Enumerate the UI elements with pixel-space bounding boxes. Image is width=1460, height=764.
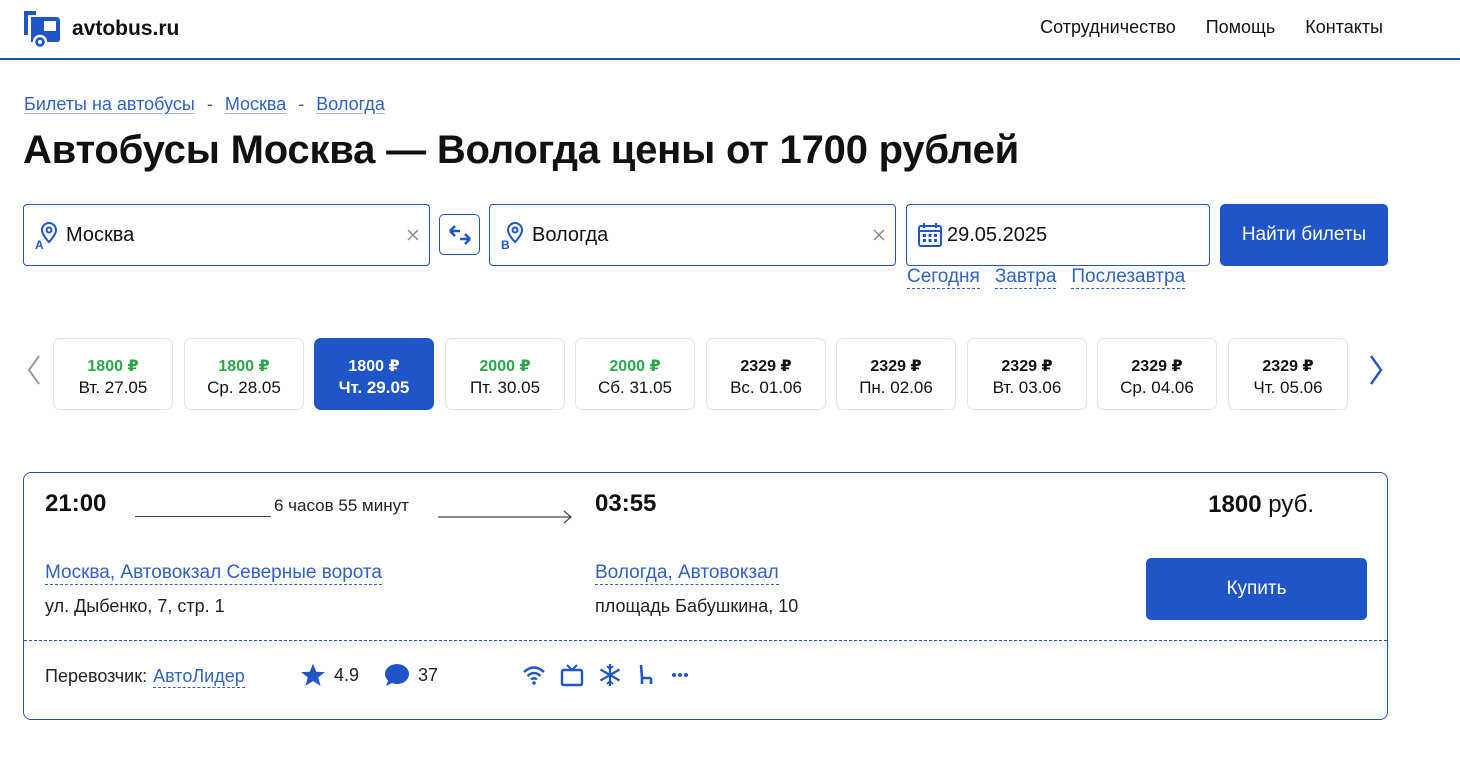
price-currency: руб. (1268, 491, 1314, 518)
date-option-price: 2000 ₽ (479, 358, 531, 375)
date-option[interactable]: 2329 ₽ Чт. 05.06 (1228, 338, 1348, 410)
clear-from-icon[interactable] (403, 225, 423, 245)
logo-text: avtobus.ru (72, 17, 180, 40)
date-option-day: Вт. 03.06 (992, 378, 1062, 397)
date-option[interactable]: 2329 ₽ Вс. 01.06 (706, 338, 826, 410)
star-icon (301, 663, 325, 686)
arrival-time: 03:55 (595, 490, 657, 517)
departure-time: 21:00 (45, 490, 107, 517)
top-navigation: Сотрудничество Помощь Контакты (1040, 17, 1383, 38)
date-option[interactable]: 1800 ₽ Чт. 29.05 (314, 338, 434, 410)
breadcrumb-link-tickets[interactable]: Билеты на автобусы (24, 94, 195, 115)
chevron-left-icon[interactable] (24, 350, 44, 390)
carrier-reviews[interactable]: 37 (382, 662, 438, 688)
duration-line (135, 516, 271, 517)
nav-link-contacts[interactable]: Контакты (1305, 17, 1383, 38)
to-field[interactable]: B (489, 204, 896, 266)
from-field[interactable]: A (23, 204, 430, 266)
bus-logo-icon (24, 11, 60, 49)
price-amount: 1800 (1208, 491, 1262, 518)
date-option-day: Пн. 02.06 (859, 378, 933, 397)
breadcrumb: Билеты на автобусы - Москва - Вологда (24, 94, 385, 115)
date-option[interactable]: 2329 ₽ Ср. 04.06 (1097, 338, 1217, 410)
date-option-price: 1800 ₽ (218, 358, 270, 375)
calendar-icon (918, 223, 942, 247)
arrival-address: площадь Бабушкина, 10 (595, 596, 799, 616)
swap-direction-button[interactable] (439, 214, 480, 255)
carrier-link[interactable]: АвтоЛидер (153, 665, 245, 688)
date-option[interactable]: 2000 ₽ Сб. 31.05 (575, 338, 695, 410)
tv-icon (560, 664, 584, 687)
breadcrumb-separator: - (298, 94, 305, 114)
date-option-price: 2329 ₽ (740, 358, 792, 375)
trip-duration: 6 часов 55 минут (274, 496, 409, 515)
to-input[interactable] (532, 215, 832, 255)
breadcrumb-link-vologda[interactable]: Вологда (316, 94, 385, 115)
air-conditioning-icon (599, 664, 621, 686)
site-logo[interactable]: avtobus.ru (22, 9, 179, 49)
clear-to-icon[interactable] (869, 225, 889, 245)
page-title: Автобусы Москва — Вологда цены от 1700 р… (23, 128, 1020, 172)
quick-date-today[interactable]: Сегодня (907, 266, 980, 289)
carrier-label: Перевозчик: (45, 666, 148, 686)
date-option-price: 2329 ₽ (1262, 358, 1314, 375)
date-option[interactable]: 2000 ₽ Пт. 30.05 (445, 338, 565, 410)
date-option-day: Вс. 01.06 (730, 378, 802, 397)
rating-value: 4.9 (334, 664, 360, 685)
date-option-day: Чт. 05.06 (1253, 378, 1323, 397)
svg-text:B: B (501, 238, 510, 250)
quick-date-day-after[interactable]: Послезавтра (1071, 266, 1186, 289)
wifi-icon (523, 666, 545, 685)
date-option-day: Вт. 27.05 (78, 378, 148, 397)
amenities-list (522, 663, 690, 687)
date-field[interactable] (906, 204, 1210, 266)
date-option[interactable]: 1800 ₽ Вт. 27.05 (53, 338, 173, 410)
date-option[interactable]: 2329 ₽ Пн. 02.06 (836, 338, 956, 410)
find-tickets-button[interactable]: Найти билеты (1220, 204, 1388, 266)
date-option-price: 2329 ₽ (870, 358, 922, 375)
departure-station-link[interactable]: Москва, Автовокзал Северные ворота (45, 562, 382, 585)
date-option-day: Ср. 04.06 (1120, 378, 1194, 397)
seat-icon (639, 664, 653, 684)
svg-text:A: A (35, 238, 44, 250)
date-option-price: 1800 ₽ (87, 358, 139, 375)
chevron-right-icon[interactable] (1366, 350, 1386, 390)
date-option-day: Чт. 29.05 (338, 378, 410, 397)
date-option-price: 1800 ₽ (348, 358, 400, 375)
origin-pin-icon: A (35, 221, 58, 250)
arrival-station-link[interactable]: Вологда, Автовокзал (595, 562, 779, 585)
reviews-count: 37 (418, 664, 439, 685)
card-divider (24, 640, 1387, 641)
nav-link-help[interactable]: Помощь (1206, 17, 1276, 38)
date-option[interactable]: 1800 ₽ Ср. 28.05 (184, 338, 304, 410)
trip-price: 1800 руб. (1208, 491, 1314, 519)
date-option-price: 2329 ₽ (1131, 358, 1183, 375)
swap-arrows-icon (448, 224, 471, 245)
nav-link-partnership[interactable]: Сотрудничество (1040, 17, 1176, 38)
buy-button[interactable]: Купить (1146, 558, 1367, 620)
date-option-day: Пт. 30.05 (469, 378, 541, 397)
more-icon[interactable] (670, 670, 690, 680)
date-input[interactable] (947, 215, 1177, 255)
destination-pin-icon: B (501, 221, 524, 250)
site-header: avtobus.ru Сотрудничество Помощь Контакт… (0, 0, 1460, 60)
comment-icon (385, 664, 409, 686)
trip-card: 21:00 6 часов 55 минут 03:55 1800 руб. М… (23, 472, 1388, 720)
from-input[interactable] (66, 215, 366, 255)
date-option-day: Ср. 28.05 (207, 378, 281, 397)
departure-address: ул. Дыбенко, 7, стр. 1 (45, 596, 225, 616)
carrier-info: Перевозчик: АвтоЛидер (45, 665, 245, 688)
date-option-price: 2000 ₽ (609, 358, 661, 375)
date-option-price: 2329 ₽ (1001, 358, 1053, 375)
arrow-right-icon (438, 510, 572, 524)
quick-date-tomorrow[interactable]: Завтра (994, 266, 1057, 289)
quick-date-links: Сегодня Завтра Послезавтра (907, 266, 1186, 289)
breadcrumb-link-moscow[interactable]: Москва (225, 94, 286, 115)
date-option[interactable]: 2329 ₽ Вт. 03.06 (967, 338, 1087, 410)
breadcrumb-separator: - (206, 94, 213, 114)
date-option-day: Сб. 31.05 (597, 378, 672, 397)
carrier-rating: 4.9 (300, 662, 359, 688)
